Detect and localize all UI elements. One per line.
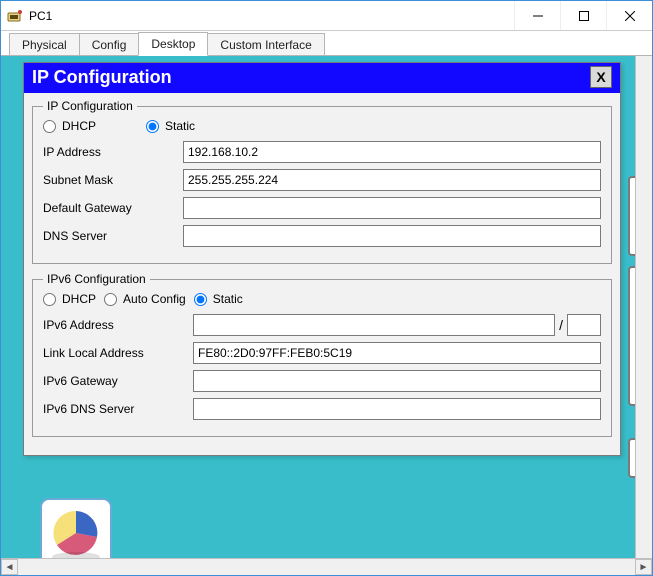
ipv6-gateway-input[interactable]: [193, 370, 601, 392]
dns-server-input[interactable]: [183, 225, 601, 247]
close-button[interactable]: [606, 1, 652, 30]
tab-bar: Physical Config Desktop Custom Interface: [1, 31, 652, 55]
ipv6-address-input[interactable]: [193, 314, 555, 336]
scroll-left-button[interactable]: ◄: [1, 559, 18, 575]
app-window: PC1 Physical Config Desktop Custom Inter…: [0, 0, 653, 576]
ipv6-autoconfig-option[interactable]: Auto Config: [104, 292, 186, 306]
ipv6-gateway-row: IPv6 Gateway: [43, 370, 601, 392]
panel-title-text: IP Configuration: [32, 67, 590, 88]
horizontal-scrollbar[interactable]: ◄ ►: [1, 558, 652, 575]
ipv6-autoconfig-radio[interactable]: [104, 293, 117, 306]
ipv4-mode-row: DHCP Static: [43, 119, 601, 133]
scroll-track[interactable]: [18, 559, 635, 575]
content-area: or IP Configuration X IP Configuration D…: [1, 55, 652, 575]
ipv6-legend: IPv6 Configuration: [43, 272, 150, 286]
ipv4-dhcp-label: DHCP: [62, 119, 96, 133]
vertical-scrollbar[interactable]: [635, 56, 652, 558]
ipv6-dns-input[interactable]: [193, 398, 601, 420]
ipv6-dns-label: IPv6 DNS Server: [43, 402, 193, 416]
ipv6-autoconfig-label: Auto Config: [123, 292, 186, 306]
ipv4-static-option[interactable]: Static: [146, 119, 195, 133]
scroll-right-button[interactable]: ►: [635, 559, 652, 575]
window-title: PC1: [29, 9, 514, 23]
ipv6-dhcp-label: DHCP: [62, 292, 96, 306]
link-local-input[interactable]: [193, 342, 601, 364]
ipv6-prefix-input[interactable]: [567, 314, 601, 336]
default-gateway-label: Default Gateway: [43, 201, 183, 215]
ipv4-static-label: Static: [165, 119, 195, 133]
default-gateway-row: Default Gateway: [43, 197, 601, 219]
tab-config[interactable]: Config: [79, 33, 140, 56]
link-local-row: Link Local Address: [43, 342, 601, 364]
panel-titlebar: IP Configuration X: [24, 63, 620, 93]
ipv6-group: IPv6 Configuration DHCP Auto Config S: [32, 272, 612, 437]
ipv6-dhcp-radio[interactable]: [43, 293, 56, 306]
ipv4-dhcp-option[interactable]: DHCP: [43, 119, 96, 133]
prefix-slash: /: [555, 317, 567, 333]
ipv6-static-radio[interactable]: [194, 293, 207, 306]
subnet-mask-label: Subnet Mask: [43, 173, 183, 187]
tab-desktop[interactable]: Desktop: [138, 32, 208, 56]
ip-address-row: IP Address: [43, 141, 601, 163]
tab-custom-interface[interactable]: Custom Interface: [207, 33, 324, 56]
ipv6-dns-row: IPv6 DNS Server: [43, 398, 601, 420]
subnet-mask-row: Subnet Mask: [43, 169, 601, 191]
panel-close-button[interactable]: X: [590, 66, 612, 88]
tab-physical[interactable]: Physical: [9, 33, 80, 56]
ipv6-address-label: IPv6 Address: [43, 318, 193, 332]
ip-address-label: IP Address: [43, 145, 183, 159]
app-icon: [7, 8, 23, 24]
ip-config-panel: IP Configuration X IP Configuration DHCP…: [23, 62, 621, 456]
ipv6-mode-row: DHCP Auto Config Static: [43, 292, 601, 306]
maximize-button[interactable]: [560, 1, 606, 30]
ip-address-input[interactable]: [183, 141, 601, 163]
minimize-button[interactable]: [514, 1, 560, 30]
default-gateway-input[interactable]: [183, 197, 601, 219]
panel-body: IP Configuration DHCP Static IP Address: [24, 93, 620, 455]
subnet-mask-input[interactable]: [183, 169, 601, 191]
ipv4-dhcp-radio[interactable]: [43, 120, 56, 133]
link-local-label: Link Local Address: [43, 346, 193, 360]
ipv4-group: IP Configuration DHCP Static IP Address: [32, 99, 612, 264]
window-controls: [514, 1, 652, 30]
ipv6-gateway-label: IPv6 Gateway: [43, 374, 193, 388]
ipv4-legend: IP Configuration: [43, 99, 137, 113]
ipv6-static-option[interactable]: Static: [194, 292, 243, 306]
titlebar: PC1: [1, 1, 652, 31]
dns-server-label: DNS Server: [43, 229, 183, 243]
ipv6-static-label: Static: [213, 292, 243, 306]
ipv6-dhcp-option[interactable]: DHCP: [43, 292, 96, 306]
dns-server-row: DNS Server: [43, 225, 601, 247]
ipv6-address-row: IPv6 Address /: [43, 314, 601, 336]
ipv4-static-radio[interactable]: [146, 120, 159, 133]
